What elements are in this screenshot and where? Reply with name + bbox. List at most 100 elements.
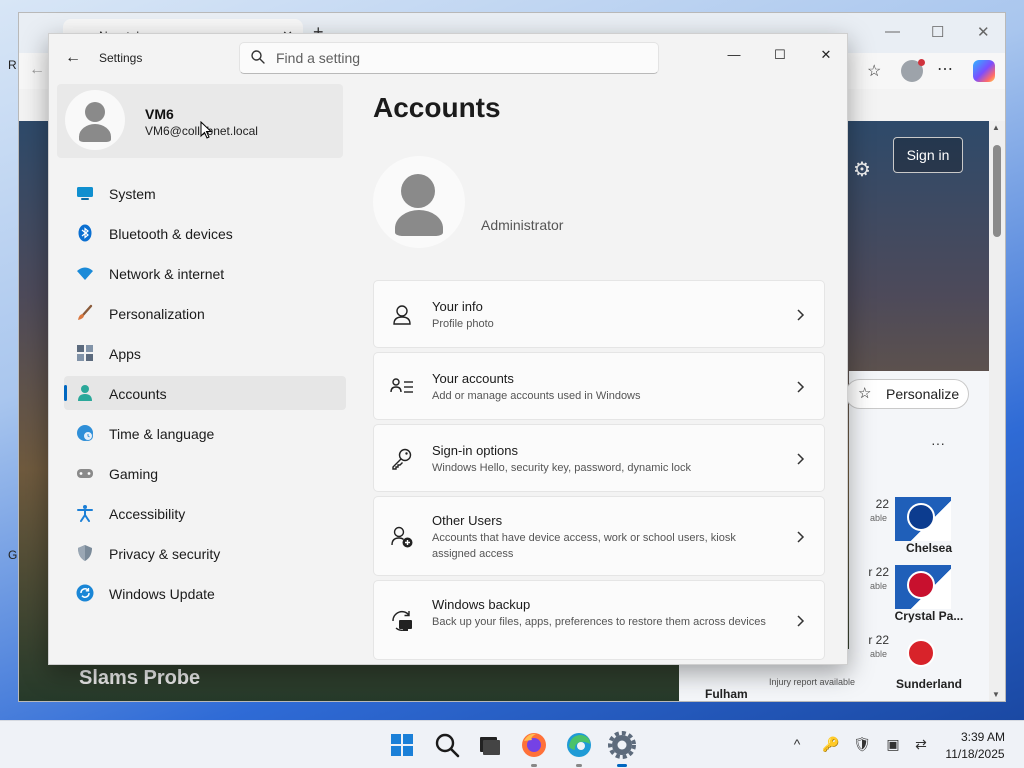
match-date: r 22	[868, 565, 889, 579]
team-card[interactable]: 22 able Chelsea	[849, 497, 989, 561]
maximize-button[interactable]: ☐	[757, 40, 803, 70]
nav-item-accounts[interactable]: Accounts	[64, 376, 346, 410]
team-crest-icon	[895, 565, 951, 609]
nav-label: Time & language	[109, 426, 215, 442]
match-note: able	[869, 581, 887, 591]
team-card[interactable]: r 22 able Sunderland	[849, 633, 989, 697]
nav-item-time-language[interactable]: Time & language	[64, 416, 346, 450]
feed-more-icon[interactable]: ···	[931, 435, 945, 451]
copilot-icon[interactable]	[973, 60, 995, 82]
nav-label: System	[109, 186, 156, 202]
person-icon	[78, 385, 92, 401]
search-icon[interactable]	[433, 731, 461, 759]
edge-icon[interactable]	[565, 731, 593, 767]
tray-security-icon[interactable]: 🛡	[853, 735, 871, 753]
nav-label: Privacy & security	[109, 546, 221, 562]
nav-label: Gaming	[109, 466, 159, 482]
card-sign-in-options[interactable]: Sign-in options Windows Hello, security …	[373, 424, 825, 492]
tray-display-icon[interactable]: ▣	[884, 735, 902, 753]
chevron-right-icon	[797, 453, 805, 465]
browser-back-icon[interactable]: ←	[29, 61, 45, 79]
firefox-icon[interactable]	[520, 731, 548, 767]
card-subtitle: Accounts that have device access, work o…	[432, 532, 736, 560]
nav-item-gaming[interactable]: Gaming	[64, 456, 346, 490]
search-input[interactable]	[276, 43, 646, 73]
team-name: Sunderland	[895, 677, 962, 691]
browser-maximize-button[interactable]: ☐	[931, 23, 944, 41]
favorites-star-icon[interactable]: ☆	[867, 61, 881, 81]
scroll-down-icon[interactable]: ▼	[992, 690, 1000, 699]
gamepad-icon	[77, 469, 93, 478]
team-name: Chelsea	[905, 541, 953, 555]
nav-label: Network & internet	[109, 266, 225, 282]
card-title: Other Users	[432, 513, 503, 528]
card-title: Sign-in options	[432, 443, 518, 458]
nav-label: Bluetooth & devices	[109, 226, 233, 242]
card-title: Windows backup	[432, 597, 531, 612]
key-icon	[392, 448, 412, 470]
search-box[interactable]	[239, 42, 659, 74]
start-icon[interactable]	[388, 731, 416, 759]
nav-item-network[interactable]: Network & internet	[64, 256, 346, 290]
team-card[interactable]: r 22 able Crystal Pa...	[849, 565, 989, 629]
card-title: Your accounts	[432, 371, 514, 386]
nav-label: Personalization	[109, 306, 205, 322]
browser-more-icon[interactable]: ⋯	[937, 59, 953, 79]
close-button[interactable]: ✕	[803, 40, 847, 70]
page-signin-button[interactable]: Sign in	[893, 137, 963, 173]
nav-item-apps[interactable]: Apps	[64, 336, 346, 370]
chevron-right-icon	[797, 381, 805, 393]
desktop-edge: R G	[0, 0, 18, 720]
apps-icon	[77, 345, 93, 361]
browser-close-button[interactable]: ✕	[977, 23, 990, 41]
profile-avatar	[373, 156, 465, 248]
settings-app-icon[interactable]	[608, 731, 636, 767]
update-icon	[76, 584, 94, 602]
card-your-info[interactable]: Your info Profile photo	[373, 280, 825, 348]
nav-item-personalization[interactable]: Personalization	[64, 296, 346, 330]
nav-label: Accounts	[109, 386, 167, 402]
tray-network-icon[interactable]: ⇄	[912, 735, 930, 753]
bluetooth-icon	[78, 224, 92, 242]
match-date: 22	[875, 497, 889, 511]
personalize-label: Personalize	[886, 386, 960, 402]
personalize-button[interactable]: ☆ Personalize	[845, 379, 969, 409]
back-arrow-icon[interactable]: ←	[63, 48, 83, 68]
card-your-accounts[interactable]: Your accounts Add or manage accounts use…	[373, 352, 825, 420]
match-note: able	[869, 649, 887, 659]
monitor-icon	[77, 187, 93, 200]
user-name: VM6	[145, 106, 174, 122]
nav-item-windows-update[interactable]: Windows Update	[64, 576, 346, 610]
browser-scrollbar[interactable]: ▲ ▼	[989, 121, 1005, 701]
nav-item-system[interactable]: System	[64, 176, 346, 210]
nav-label: Apps	[109, 346, 141, 362]
tray-key-icon[interactable]: 🔑	[822, 735, 840, 753]
chevron-right-icon	[797, 615, 805, 627]
page-settings-gear-icon[interactable]: ⚙	[853, 157, 871, 182]
team-crest-icon	[895, 633, 951, 677]
nav-item-bluetooth[interactable]: Bluetooth & devices	[64, 216, 346, 250]
nav-item-privacy[interactable]: Privacy & security	[64, 536, 346, 570]
browser-minimize-button[interactable]: —	[885, 23, 900, 40]
scroll-up-icon[interactable]: ▲	[992, 123, 1000, 132]
browser-profile-avatar[interactable]	[901, 59, 925, 82]
backup-icon	[392, 611, 412, 631]
taskbar: ^ 🔑 🛡 ▣ ⇄ 3:39 AM 11/18/2025	[0, 720, 1024, 768]
person-outline-icon	[393, 305, 411, 325]
minimize-button[interactable]: —	[711, 40, 757, 70]
tray-overflow-icon[interactable]: ^	[788, 735, 806, 753]
nav-item-accessibility[interactable]: Accessibility	[64, 496, 346, 530]
accessibility-icon	[77, 505, 93, 522]
task-view-icon[interactable]	[475, 731, 503, 759]
page-title: Accounts	[373, 92, 501, 123]
card-other-users[interactable]: Other Users Accounts that have device ac…	[373, 496, 825, 576]
card-subtitle: Back up your files, apps, preferences to…	[432, 616, 766, 628]
globe-clock-icon	[77, 425, 93, 441]
clock-time[interactable]: 3:39 AM	[958, 730, 1008, 744]
brush-icon	[78, 304, 93, 320]
user-avatar	[65, 90, 125, 150]
clock-date[interactable]: 11/18/2025	[940, 747, 1010, 761]
card-windows-backup[interactable]: Windows backup Back up your files, apps,…	[373, 580, 825, 660]
account-role: Administrator	[481, 217, 564, 233]
scrollbar-thumb[interactable]	[993, 145, 1001, 237]
